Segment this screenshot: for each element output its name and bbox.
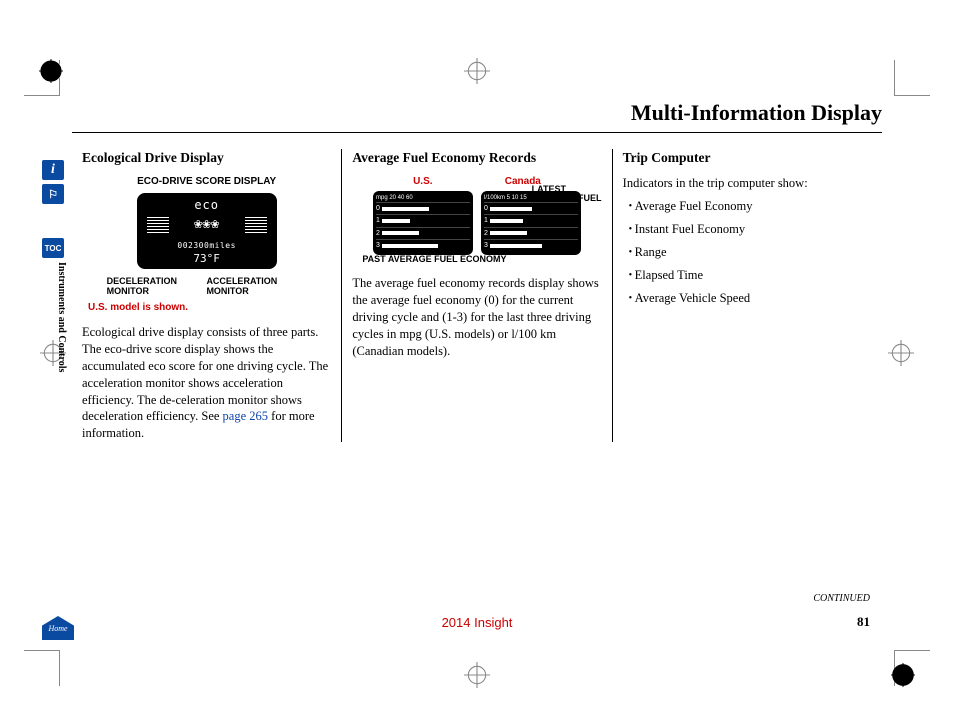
eco-label: eco — [143, 197, 271, 213]
registration-mark-icon — [890, 662, 916, 688]
registration-mark-icon — [38, 58, 64, 84]
page-number: 81 — [857, 614, 870, 630]
car-icon: ⚐ — [48, 188, 58, 201]
heading-trip: Trip Computer — [623, 149, 872, 167]
page-title: Multi-Information Display — [72, 100, 882, 133]
us-scale: mpg 20 40 60 — [376, 194, 413, 202]
home-tab[interactable]: Home — [42, 616, 74, 640]
list-item: Average Fuel Economy — [629, 198, 872, 215]
heading-ecological: Ecological Drive Display — [82, 149, 331, 167]
registration-mark-icon — [464, 662, 490, 688]
ca-scale: l/100km 5 10 15 — [484, 194, 527, 202]
side-nav: i ⚐ TOC — [42, 160, 72, 262]
col-trip: Trip Computer Indicators in the trip com… — [612, 149, 882, 442]
us-panel: mpg 20 40 60 0 1 2 3 — [373, 191, 473, 255]
registration-mark-icon — [464, 58, 490, 84]
odo-value: 002300 — [177, 241, 209, 250]
accel-bars-icon — [245, 215, 267, 233]
row-num: 2 — [376, 229, 380, 238]
row-num: 1 — [484, 216, 488, 225]
label-us: U.S. — [413, 175, 432, 189]
odo-unit: miles — [209, 241, 236, 250]
col-ecological: Ecological Drive Display ECO-DRIVE SCORE… — [72, 149, 341, 442]
row-num: 1 — [376, 216, 380, 225]
eco-screen: eco ❀❀❀ 002300miles 73°F — [137, 193, 277, 269]
row-num: 0 — [376, 204, 380, 213]
heading-afe: Average Fuel Economy Records — [352, 149, 601, 167]
car-tab[interactable]: ⚐ — [42, 184, 64, 204]
afe-figure: U.S. Canada mpg 20 40 60 0 1 2 3 l/10 — [352, 175, 601, 265]
afe-body: The average fuel economy records display… — [352, 275, 601, 359]
odometer: 002300miles — [143, 236, 271, 252]
registration-mark-icon — [888, 340, 914, 366]
col-afe: Average Fuel Economy Records U.S. Canada… — [341, 149, 611, 442]
row-num: 2 — [484, 229, 488, 238]
eco-body: Ecological drive display consists of thr… — [82, 324, 331, 442]
row-num: 0 — [484, 204, 488, 213]
info-tab[interactable]: i — [42, 160, 64, 180]
plant-icon: ❀❀❀ — [194, 215, 219, 234]
list-item: Instant Fuel Economy — [629, 221, 872, 238]
label-past: PAST AVERAGE FUEL ECONOMY — [362, 253, 506, 265]
row-num: 3 — [484, 241, 488, 250]
section-label: Instruments and Controls — [56, 262, 67, 372]
page-link[interactable]: page 265 — [223, 409, 268, 423]
label-accel: ACCELERATION MONITOR — [206, 277, 306, 297]
list-item: Range — [629, 244, 872, 261]
trip-list: Average Fuel Economy Instant Fuel Econom… — [623, 198, 872, 306]
toc-tab[interactable]: TOC — [42, 238, 64, 258]
model-note: U.S. model is shown. — [88, 301, 188, 315]
list-item: Elapsed Time — [629, 267, 872, 284]
continued-label: CONTINUED — [813, 593, 870, 604]
page-content: Multi-Information Display Ecological Dri… — [72, 100, 882, 630]
list-item: Average Vehicle Speed — [629, 290, 872, 307]
crop-mark — [894, 60, 930, 96]
decel-bars-icon — [147, 215, 169, 233]
temp-value: 73°F — [143, 252, 271, 267]
eco-figure: ECO-DRIVE SCORE DISPLAY eco ❀❀❀ 002300mi… — [82, 175, 331, 314]
crop-mark — [24, 650, 60, 686]
label-latest: LATEST AVERAGE FUEL ECONOMY — [532, 185, 602, 213]
row-num: 3 — [376, 241, 380, 250]
trip-intro: Indicators in the trip computer show: — [623, 175, 872, 192]
label-decel: DECELERATION MONITOR — [107, 277, 207, 297]
eco-fig-title: ECO-DRIVE SCORE DISPLAY — [137, 175, 276, 189]
footer-model: 2014 Insight — [442, 615, 513, 630]
